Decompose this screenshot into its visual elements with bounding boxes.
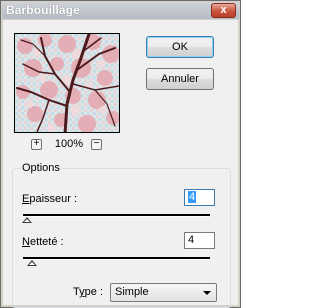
zoom-out-button[interactable]: − — [91, 139, 102, 150]
close-icon: x — [220, 4, 227, 16]
cancel-button[interactable]: Annuler — [146, 68, 214, 90]
zoom-controls: + 100% − — [31, 138, 111, 153]
thickness-input[interactable]: 4 — [184, 189, 215, 206]
type-select-value: Simple — [115, 286, 149, 298]
dialog-window: Barbouillage x + 100% − OK Annuler Optio… — [0, 0, 241, 308]
sharpness-label: Netteté : — [22, 236, 64, 248]
sharpness-input[interactable]: 4 — [184, 232, 215, 249]
sharpness-slider-thumb[interactable] — [27, 260, 37, 266]
thickness-label: Epaisseur : — [22, 193, 78, 205]
title-bar[interactable]: Barbouillage x — [2, 2, 239, 19]
sharpness-slider[interactable] — [23, 257, 210, 260]
zoom-in-button[interactable]: + — [31, 139, 42, 150]
thickness-slider-thumb[interactable] — [22, 217, 32, 223]
preview-painting — [15, 34, 119, 132]
options-group-title: Options — [20, 162, 62, 174]
preview-image[interactable] — [14, 33, 120, 133]
minus-icon: − — [93, 138, 100, 149]
plus-icon: + — [33, 138, 40, 149]
type-select[interactable]: Simple — [110, 283, 217, 302]
type-label: Type : — [73, 286, 103, 298]
zoom-level: 100% — [54, 138, 84, 150]
window-title: Barbouillage — [6, 3, 80, 17]
ok-button[interactable]: OK — [146, 36, 214, 58]
close-button[interactable]: x — [211, 3, 236, 18]
chevron-down-icon — [203, 291, 211, 295]
thickness-slider[interactable] — [23, 214, 210, 217]
dialog-body: + 100% − OK Annuler Options Epaisseur : … — [3, 20, 238, 308]
